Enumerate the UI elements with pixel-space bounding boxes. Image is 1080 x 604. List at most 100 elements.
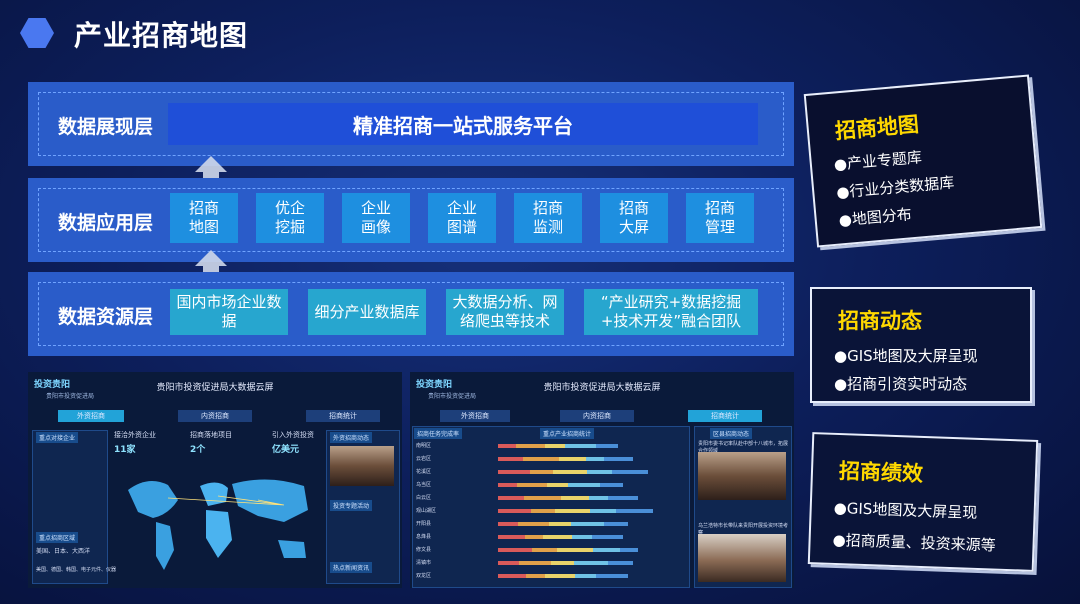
city-bar — [519, 561, 551, 565]
resource-layer: 数据资源层 国内市场企业数据 细分产业数据库 大数据分析、网络爬虫等技术 “产业… — [28, 272, 794, 356]
stat-label: 招商落地项目 — [190, 431, 232, 439]
card-title: 招商绩效 — [838, 459, 924, 486]
city-bar — [549, 522, 571, 526]
card-item: ●地图分布 — [838, 205, 913, 230]
nav-tab: 招商统计 — [688, 410, 762, 422]
city-label: 息烽县 — [416, 534, 432, 540]
stat-label: 接洽外资企业 — [114, 431, 156, 439]
city-bar — [616, 509, 653, 513]
city-bar — [587, 470, 612, 474]
city-bar — [561, 496, 589, 500]
card-title: 招商地图 — [834, 112, 920, 144]
stat-value: 亿美元 — [272, 445, 300, 455]
city-bar — [498, 483, 517, 487]
city-bar — [620, 548, 638, 552]
app-item: 招商 管理 — [686, 193, 754, 243]
city-bar — [532, 548, 557, 552]
hexagon-icon — [20, 18, 54, 48]
nav-tab: 内资招商 — [178, 410, 252, 422]
card-item: ●产业专题库 — [833, 148, 923, 174]
city-label: 云岩区 — [416, 456, 432, 462]
city-bar — [575, 574, 596, 578]
city-bar — [608, 496, 638, 500]
city-bar — [557, 548, 593, 552]
city-bar — [612, 470, 648, 474]
city-bar — [604, 522, 628, 526]
card-item: ●招商引资实时动态 — [834, 375, 968, 393]
city-bar — [586, 457, 604, 461]
city-bar — [571, 522, 604, 526]
city-bar — [547, 483, 568, 487]
nav-tab: 内资招商 — [560, 410, 634, 422]
city-bar — [498, 535, 525, 539]
city-bar — [525, 535, 543, 539]
dashboard-title: 贵阳市投资促进局大数据云屏 — [543, 383, 661, 393]
news-photo — [698, 452, 786, 500]
resource-item: “产业研究+数据挖掘+技术开发”融合团队 — [584, 289, 758, 335]
card-investment-map: 招商地图 ●产业专题库 ●行业分类数据库 ●地图分布 — [803, 74, 1043, 248]
city-label: 乌当区 — [416, 482, 432, 488]
city-bar — [568, 483, 600, 487]
city-label: 南明区 — [416, 443, 432, 449]
city-bar — [553, 470, 587, 474]
city-bar — [526, 574, 545, 578]
city-bar — [498, 509, 531, 513]
card-item: ●招商质量、投资来源等 — [832, 530, 996, 555]
panel-title: 招商任务完成率 — [414, 428, 463, 439]
card-item: ●GIS地图及大屏呈现 — [833, 498, 978, 522]
city-bar — [518, 522, 549, 526]
card-investment-performance: 招商绩效 ●GIS地图及大屏呈现 ●招商质量、投资来源等 — [807, 432, 1039, 572]
app-item: 招商 地图 — [170, 193, 238, 243]
city-bar — [498, 457, 523, 461]
dashboard-screenshot-right: 投资贵阳 贵阳市投资促进局 贵阳市投资促进局大数据云屏 外资招商 内资招商 招商… — [410, 372, 794, 588]
side-panel — [32, 430, 108, 584]
city-bar — [604, 457, 633, 461]
city-bar — [498, 522, 518, 526]
dashboard-title: 贵阳市投资促进局大数据云屏 — [156, 383, 274, 393]
city-bar — [565, 444, 596, 448]
panel-title: 投资专题活动 — [330, 500, 373, 511]
news-photo — [698, 534, 786, 582]
resource-layer-label: 数据资源层 — [58, 306, 154, 328]
city-bar — [545, 574, 575, 578]
panel-title: 重点招商区域 — [36, 532, 79, 543]
city-label: 白云区 — [416, 495, 432, 501]
city-bar — [555, 509, 590, 513]
side-text: 美国、日本、大西洋 — [36, 548, 91, 555]
city-label: 观山湖区 — [416, 508, 437, 514]
city-bar — [545, 444, 565, 448]
city-label: 双龙区 — [416, 573, 432, 579]
stat-value: 2个 — [190, 445, 206, 455]
city-label: 修文县 — [416, 547, 432, 553]
city-bar — [523, 457, 559, 461]
presentation-layer: 数据展现层 精准招商一站式服务平台 — [28, 82, 794, 166]
app-item: 招商 监测 — [514, 193, 582, 243]
resource-item: 大数据分析、网络爬虫等技术 — [446, 289, 564, 335]
panel-title: 重点对接企业 — [36, 432, 79, 443]
app-item: 企业 画像 — [342, 193, 410, 243]
app-item: 企业 图谱 — [428, 193, 496, 243]
nav-tab: 外资招商 — [440, 410, 510, 422]
news-photo — [330, 446, 394, 486]
presentation-layer-label: 数据展现层 — [58, 116, 154, 138]
city-bar — [543, 535, 572, 539]
panel-title: 重点产业招商统计 — [540, 428, 595, 439]
city-bar — [574, 561, 608, 565]
page-title: 产业招商地图 — [74, 19, 249, 52]
city-bar — [572, 535, 592, 539]
application-layer-label: 数据应用层 — [58, 212, 154, 234]
city-bar — [498, 444, 516, 448]
city-bar — [596, 444, 618, 448]
stat-value: 11家 — [114, 445, 136, 455]
city-label: 花溪区 — [416, 469, 432, 475]
card-item: ●行业分类数据库 — [835, 173, 955, 202]
city-bar — [551, 561, 574, 565]
city-bar — [530, 470, 553, 474]
city-bar — [516, 444, 545, 448]
card-item: ●GIS地图及大屏呈现 — [834, 347, 978, 365]
application-layer: 数据应用层 招商 地图 优企 挖掘 企业 画像 企业 图谱 招商 监测 招商 大… — [28, 178, 794, 262]
city-label: 清镇市 — [416, 560, 432, 566]
city-bar — [596, 574, 628, 578]
city-bar — [498, 561, 519, 565]
city-bar — [589, 496, 608, 500]
